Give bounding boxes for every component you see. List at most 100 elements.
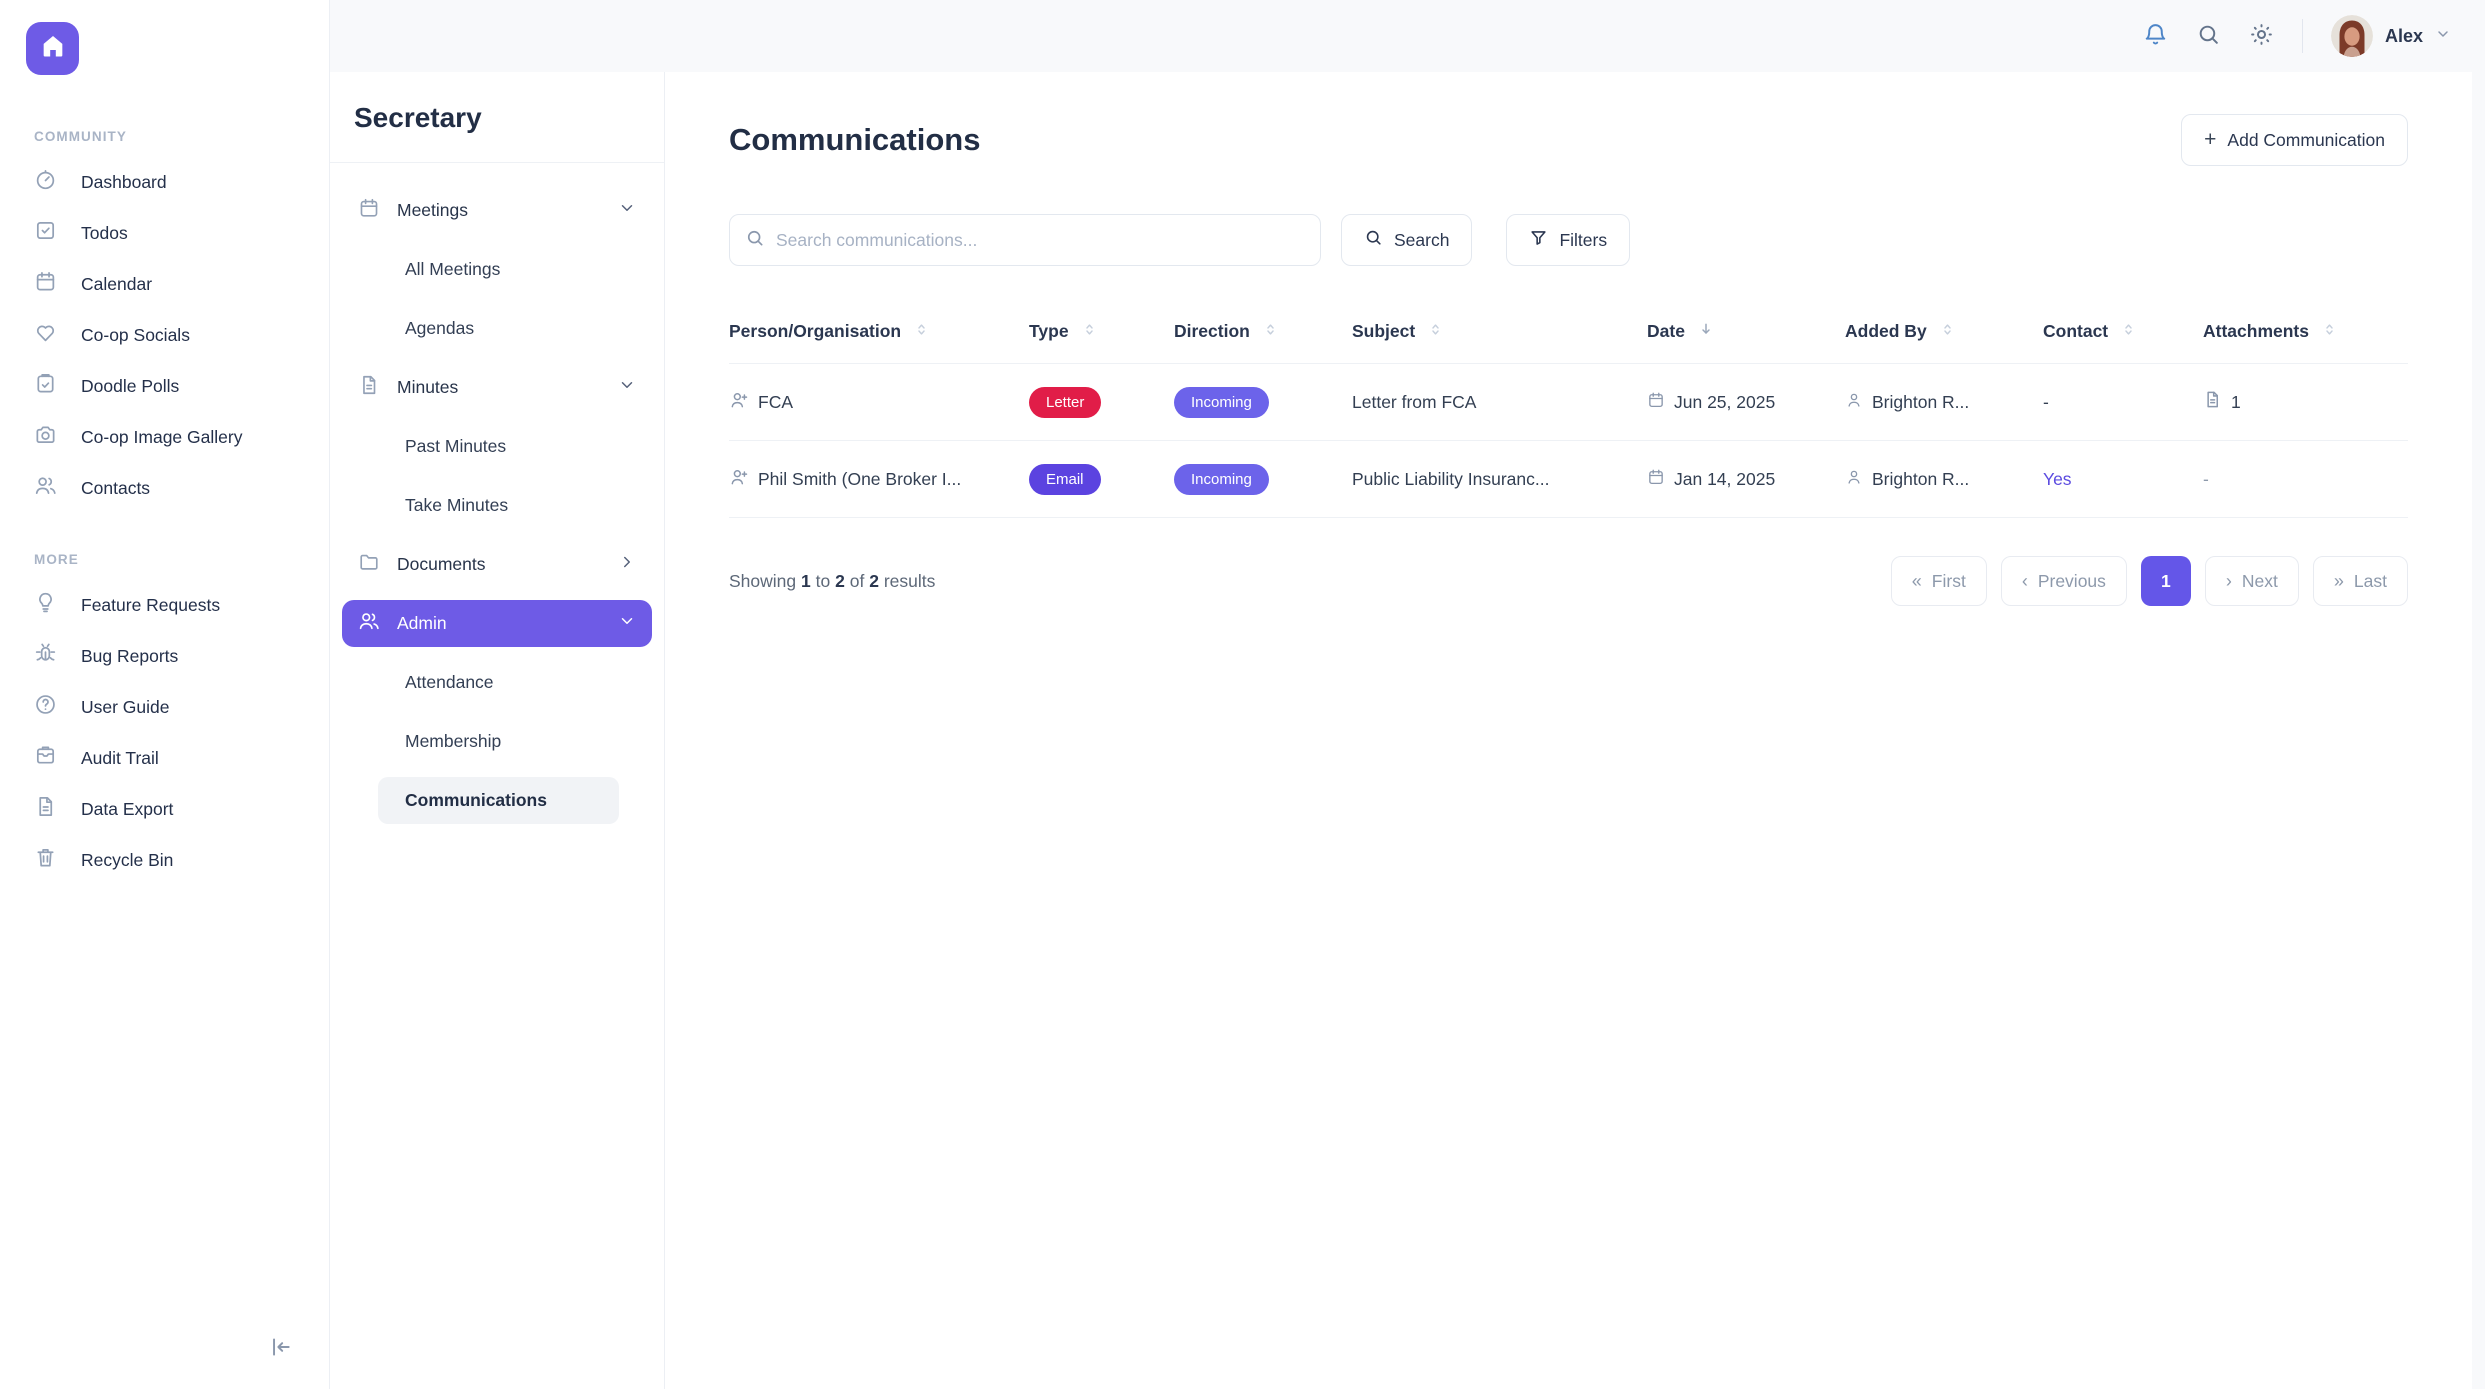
user-menu[interactable]: Alex bbox=[2331, 15, 2451, 57]
sidebar-item-coop-socials[interactable]: Co-op Socials bbox=[16, 313, 313, 357]
column-header-subject[interactable]: Subject bbox=[1352, 321, 1647, 342]
filters-button[interactable]: Filters bbox=[1506, 214, 1630, 266]
secretary-item-label: Meetings bbox=[397, 200, 468, 221]
column-header-type[interactable]: Type bbox=[1029, 321, 1174, 342]
sidebar-item-calendar[interactable]: Calendar bbox=[16, 262, 313, 306]
sidebar-item-label: Dashboard bbox=[81, 172, 167, 193]
chevron-left-icon: ‹ bbox=[2022, 571, 2028, 592]
sort-icon bbox=[2322, 321, 2337, 342]
subject-cell: Public Liability Insuranc... bbox=[1352, 469, 1647, 490]
theme-toggle-button[interactable] bbox=[2249, 22, 2274, 50]
search-icon bbox=[1364, 228, 1383, 252]
add-communication-button[interactable]: + Add Communication bbox=[2181, 114, 2408, 166]
added-by-cell: Brighton R... bbox=[1845, 391, 2043, 414]
first-page-button[interactable]: « First bbox=[1891, 556, 1987, 606]
calendar-icon bbox=[1647, 468, 1665, 491]
sidebar-item-coop-image-gallery[interactable]: Co-op Image Gallery bbox=[16, 415, 313, 459]
sidebar-item-audit-trail[interactable]: Audit Trail bbox=[16, 736, 313, 780]
column-header-person[interactable]: Person/Organisation bbox=[729, 321, 1029, 342]
secretary-item-take-minutes[interactable]: Take Minutes bbox=[342, 482, 652, 529]
collapse-sidebar-button[interactable] bbox=[267, 1334, 293, 1363]
secretary-item-label: Attendance bbox=[405, 672, 494, 693]
chevron-down-icon bbox=[2435, 26, 2451, 47]
secretary-item-membership[interactable]: Membership bbox=[342, 718, 652, 765]
app-logo[interactable] bbox=[26, 22, 79, 75]
results-summary: Showing 1 to 2 of 2 results bbox=[729, 571, 935, 592]
user-icon bbox=[1845, 391, 1863, 414]
column-header-attachments[interactable]: Attachments bbox=[2203, 321, 2408, 342]
sidebar-item-bug-reports[interactable]: Bug Reports bbox=[16, 634, 313, 678]
sidebar-item-dashboard[interactable]: Dashboard bbox=[16, 160, 313, 204]
sidebar-item-label: User Guide bbox=[81, 697, 170, 718]
chevron-right-icon bbox=[618, 553, 636, 576]
secretary-item-attendance[interactable]: Attendance bbox=[342, 659, 652, 706]
chevron-down-icon bbox=[618, 376, 636, 399]
sidebar-item-contacts[interactable]: Contacts bbox=[16, 466, 313, 510]
sidebar-item-feature-requests[interactable]: Feature Requests bbox=[16, 583, 313, 627]
attachments-cell: 1 bbox=[2203, 390, 2408, 414]
person-cell: FCA bbox=[729, 390, 1029, 415]
secretary-item-admin[interactable]: Admin bbox=[342, 600, 652, 647]
search-button[interactable]: Search bbox=[1341, 214, 1472, 266]
page-title: Communications bbox=[729, 122, 980, 158]
secretary-item-all-meetings[interactable]: All Meetings bbox=[342, 246, 652, 293]
sidebar-item-label: Co-op Socials bbox=[81, 325, 190, 346]
previous-page-button[interactable]: ‹ Previous bbox=[2001, 556, 2127, 606]
column-header-contact[interactable]: Contact bbox=[2043, 321, 2203, 342]
secretary-item-documents[interactable]: Documents bbox=[342, 541, 652, 588]
secretary-item-past-minutes[interactable]: Past Minutes bbox=[342, 423, 652, 470]
file-text-icon bbox=[358, 374, 380, 401]
direction-badge: Incoming bbox=[1174, 464, 1269, 495]
sidebar-item-data-export[interactable]: Data Export bbox=[16, 787, 313, 831]
sidebar-item-recycle-bin[interactable]: Recycle Bin bbox=[16, 838, 313, 882]
sidebar-item-label: Todos bbox=[81, 223, 128, 244]
column-header-date[interactable]: Date bbox=[1647, 321, 1845, 342]
column-header-added-by[interactable]: Added By bbox=[1845, 321, 2043, 342]
funnel-icon bbox=[1529, 228, 1548, 252]
secretary-item-meetings[interactable]: Meetings bbox=[342, 187, 652, 234]
subject-cell: Letter from FCA bbox=[1352, 392, 1647, 413]
pagination: « First ‹ Previous 1 › Next bbox=[1891, 556, 2408, 606]
sidebar-item-doodle-polls[interactable]: Doodle Polls bbox=[16, 364, 313, 408]
secretary-item-communications[interactable]: Communications bbox=[378, 777, 619, 824]
contact-cell: - bbox=[2043, 392, 2203, 413]
sort-icon bbox=[2121, 321, 2136, 342]
secretary-item-minutes[interactable]: Minutes bbox=[342, 364, 652, 411]
contact-yes-link[interactable]: Yes bbox=[2043, 469, 2072, 490]
last-page-button[interactable]: » Last bbox=[2313, 556, 2408, 606]
current-page-button[interactable]: 1 bbox=[2141, 556, 2191, 606]
sidebar-item-label: Data Export bbox=[81, 799, 173, 820]
secretary-item-label: Past Minutes bbox=[405, 436, 506, 457]
secretary-item-agendas[interactable]: Agendas bbox=[342, 305, 652, 352]
date-cell: Jan 14, 2025 bbox=[1647, 468, 1845, 491]
archive-icon bbox=[34, 744, 57, 772]
page-header: Communications + Add Communication bbox=[729, 114, 2408, 166]
secretary-item-label: Membership bbox=[405, 731, 501, 752]
global-search-button[interactable] bbox=[2196, 22, 2221, 50]
sort-icon bbox=[1082, 321, 1097, 342]
direction-cell: Incoming bbox=[1174, 387, 1352, 418]
date-cell: Jun 25, 2025 bbox=[1647, 391, 1845, 414]
sidebar-item-todos[interactable]: Todos bbox=[16, 211, 313, 255]
secretary-panel: Secretary Meetings All Meetings Agendas … bbox=[330, 72, 665, 1389]
column-header-direction[interactable]: Direction bbox=[1174, 321, 1352, 342]
chevron-down-icon bbox=[618, 199, 636, 222]
sidebar-item-label: Co-op Image Gallery bbox=[81, 427, 242, 448]
sidebar-item-label: Bug Reports bbox=[81, 646, 178, 667]
sort-icon bbox=[1940, 321, 1955, 342]
search-input[interactable] bbox=[776, 230, 1305, 251]
scrollbar-track[interactable] bbox=[2472, 72, 2485, 1389]
sidebar-item-user-guide[interactable]: User Guide bbox=[16, 685, 313, 729]
table-row[interactable]: FCA Letter Incoming Letter from FCA Jun … bbox=[729, 364, 2408, 441]
section-label: MORE bbox=[34, 552, 313, 567]
direction-cell: Incoming bbox=[1174, 464, 1352, 495]
clipboard-check-icon bbox=[34, 372, 57, 400]
notifications-button[interactable] bbox=[2143, 22, 2168, 50]
secretary-item-label: Take Minutes bbox=[405, 495, 508, 516]
next-page-button[interactable]: › Next bbox=[2205, 556, 2299, 606]
double-chevron-left-icon: « bbox=[1912, 571, 1922, 592]
contact-cell: Yes bbox=[2043, 469, 2203, 490]
type-cell: Email bbox=[1029, 464, 1174, 495]
attachment-file-icon bbox=[2203, 390, 2222, 414]
table-row[interactable]: Phil Smith (One Broker I... Email Incomi… bbox=[729, 441, 2408, 518]
